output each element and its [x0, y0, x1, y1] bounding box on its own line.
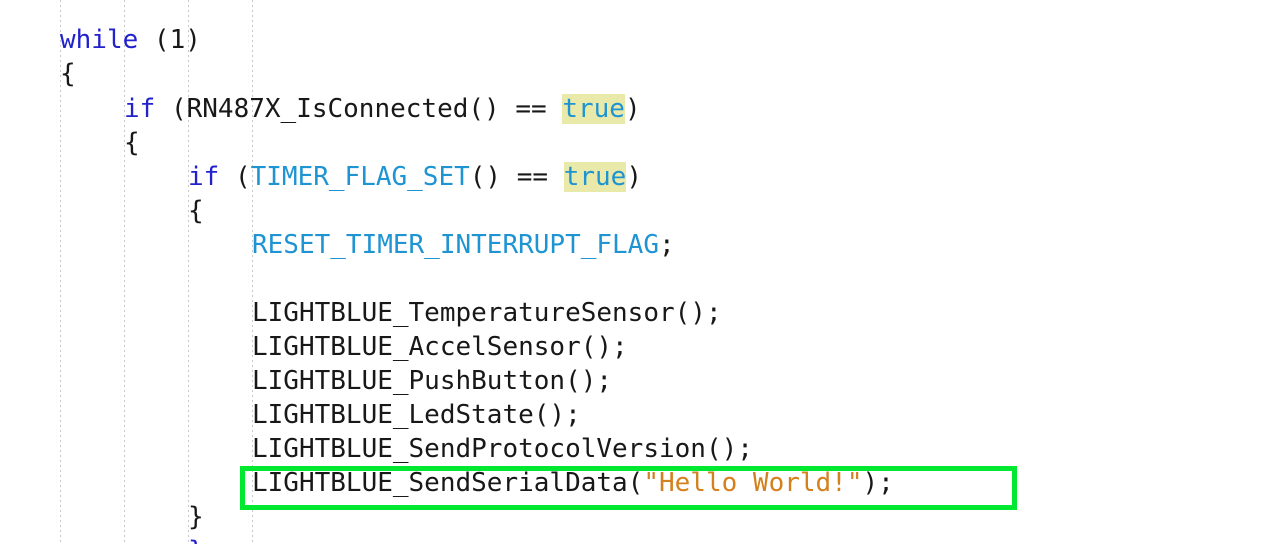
- code-line[interactable]: }: [188, 500, 204, 534]
- code-token-keyword: if: [188, 162, 220, 192]
- code-token-plain: LIGHTBLUE_PushButton();: [252, 366, 613, 396]
- code-token-plain: );: [862, 468, 894, 498]
- code-token-keyword: }: [188, 536, 204, 544]
- code-line[interactable]: LIGHTBLUE_TemperatureSensor();: [252, 296, 722, 330]
- code-line[interactable]: {: [188, 194, 204, 228]
- code-token-plain: {: [188, 196, 204, 226]
- code-token-plain: {: [124, 128, 140, 158]
- code-token-plain: (1): [138, 25, 201, 55]
- code-editor-viewport[interactable]: while (1){if (RN487X_IsConnected() == tr…: [0, 0, 1274, 544]
- code-text-area[interactable]: while (1){if (RN487X_IsConnected() == tr…: [0, 0, 1274, 544]
- code-token-keyword: if: [124, 94, 156, 124]
- code-line[interactable]: }: [188, 534, 204, 544]
- code-token-plain: (RN487X_IsConnected() ==: [155, 94, 563, 124]
- code-line[interactable]: if (TIMER_FLAG_SET() == true): [188, 160, 642, 194]
- code-line[interactable]: while (1): [60, 23, 201, 57]
- code-token-plain: LIGHTBLUE_SendProtocolVersion();: [252, 434, 753, 464]
- code-token-plain: LIGHTBLUE_SendSerialData(: [252, 468, 644, 498]
- code-line[interactable]: LIGHTBLUE_LedState();: [252, 398, 581, 432]
- code-token-macro: TIMER_FLAG_SET: [250, 162, 470, 192]
- code-token-keyword: while: [60, 25, 139, 55]
- code-line[interactable]: RESET_TIMER_INTERRUPT_FLAG;: [252, 228, 675, 262]
- code-line[interactable]: LIGHTBLUE_PushButton();: [252, 364, 612, 398]
- code-token-plain: (: [219, 162, 251, 192]
- code-token-plain: }: [188, 502, 204, 532]
- code-token-plain: {: [60, 59, 76, 89]
- code-token-string: "Hello World!": [643, 468, 863, 498]
- code-token-plain: ): [626, 162, 642, 192]
- code-token-plain: ;: [659, 230, 675, 260]
- code-line[interactable]: {: [60, 57, 76, 91]
- code-token-plain: LIGHTBLUE_TemperatureSensor();: [252, 298, 722, 328]
- code-line[interactable]: LIGHTBLUE_SendProtocolVersion();: [252, 432, 753, 466]
- code-token-plain: ): [624, 94, 641, 124]
- code-token-macro: RESET_TIMER_INTERRUPT_FLAG: [252, 230, 659, 260]
- code-token-bool: true: [563, 162, 627, 192]
- code-token-plain: () ==: [469, 162, 564, 192]
- code-line[interactable]: LIGHTBLUE_SendSerialData("Hello World!")…: [252, 466, 894, 500]
- code-line[interactable]: LIGHTBLUE_AccelSensor();: [252, 330, 628, 364]
- code-token-plain: LIGHTBLUE_AccelSensor();: [252, 332, 628, 362]
- code-line[interactable]: {: [124, 126, 140, 160]
- code-token-bool: true: [562, 94, 625, 124]
- code-token-plain: LIGHTBLUE_LedState();: [252, 400, 581, 430]
- code-line[interactable]: if (RN487X_IsConnected() == true): [124, 92, 641, 126]
